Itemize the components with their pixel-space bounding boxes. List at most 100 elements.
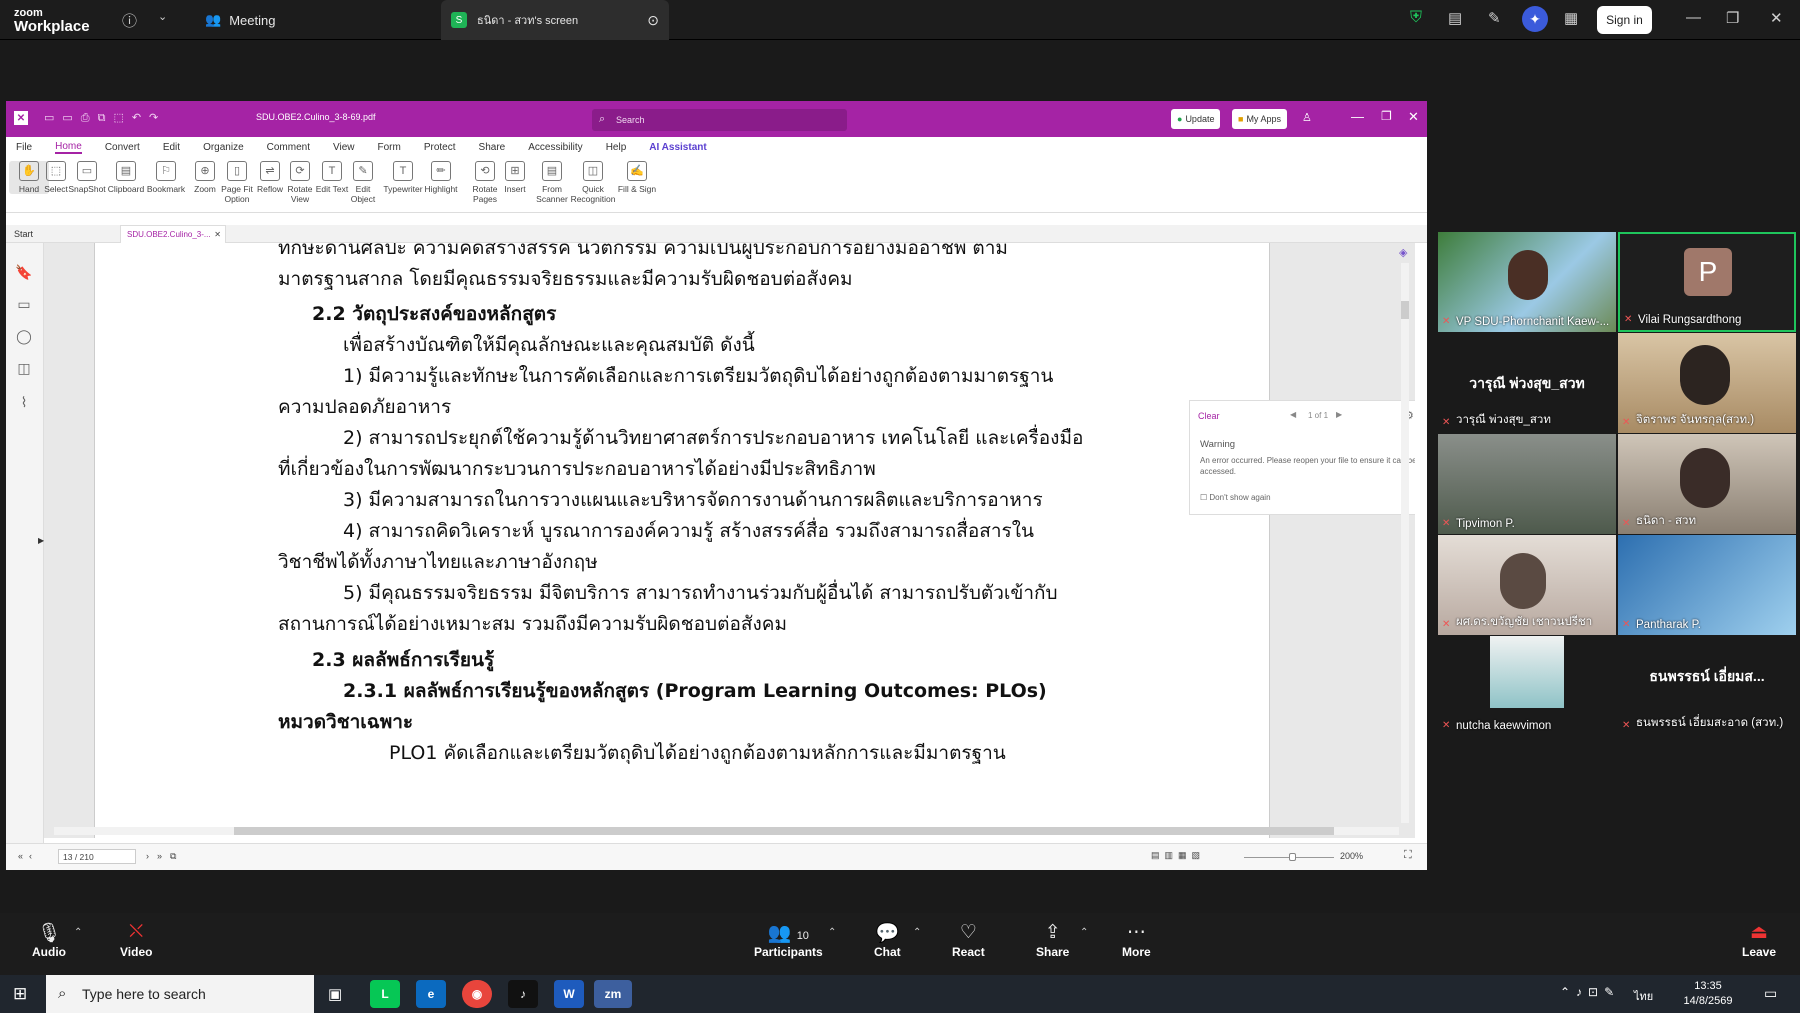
menu-view[interactable]: View [333, 142, 355, 153]
notes-icon[interactable]: ▤ [1448, 9, 1462, 27]
task-view-icon[interactable]: ▣ [328, 985, 342, 1003]
tab-document[interactable]: SDU.OBE2.Culino_3-... ✕ [120, 225, 226, 243]
notification-icon[interactable]: ▭ [1764, 985, 1777, 1002]
menu-protect[interactable]: Protect [424, 142, 456, 153]
minimize-icon[interactable]: — [1686, 9, 1701, 26]
pdf-minimize-icon[interactable]: — [1351, 109, 1364, 124]
participant-tile[interactable]: ✕ ผศ.ดร.ขวัญชัย เชาวนปรีชา [1438, 535, 1616, 635]
ribbon-quick-recognition-button[interactable]: ◫ Quick Recognition [571, 161, 615, 204]
next-icon[interactable]: ▶ [1336, 410, 1342, 419]
participant-tile[interactable]: ✕ จิตราพร จันทรกุล(สวท.) [1618, 333, 1796, 433]
ribbon-edit-object-button[interactable]: ✎ Edit Object [343, 161, 383, 204]
share-button[interactable]: ⇪ Share [1036, 921, 1069, 959]
participant-tile[interactable]: วารุณี พ่วงสุข_สวท ✕ วารุณี พ่วงสุข_สวท [1438, 333, 1616, 433]
restore-icon[interactable]: ❐ [1726, 9, 1739, 27]
menu-organize[interactable]: Organize [203, 142, 244, 153]
line-app-icon[interactable]: L [370, 980, 400, 1008]
audio-button[interactable]: 🎙 Audio [32, 921, 66, 959]
close-icon[interactable]: ✕ [1770, 9, 1783, 27]
participant-tile[interactable]: ✕ Tipvimon P. [1438, 434, 1616, 534]
zoom-level[interactable]: 200% [1340, 851, 1363, 861]
taskbar-search-input[interactable]: ⌕ Type here to search [46, 975, 314, 1013]
ribbon-snapshot-button[interactable]: ▭ SnapShot [67, 161, 107, 194]
horizontal-scrollbar[interactable] [54, 827, 1399, 835]
participant-tile-active-speaker[interactable]: P ✕ Vilai Rungsardthong [1618, 232, 1796, 332]
more-options-icon[interactable]: ⊙ [647, 12, 659, 29]
participants-options-icon[interactable]: ⌃ [828, 927, 836, 938]
ribbon-fill-sign-button[interactable]: ✍ Fill & Sign [617, 161, 657, 194]
pdf-close-icon[interactable]: ✕ [1408, 109, 1419, 125]
word-app-icon[interactable]: W [554, 980, 584, 1008]
prev-icon[interactable]: ◀ [1290, 410, 1296, 419]
clock[interactable]: 13:35 14/8/2569 [1668, 979, 1748, 1009]
ribbon-insert-button[interactable]: ⊞ Insert [495, 161, 535, 194]
view-mode-icons[interactable]: ▤▥▦▧ [1151, 850, 1205, 861]
dont-show-checkbox[interactable]: ☐ Don't show again [1200, 493, 1271, 502]
chrome-app-icon[interactable]: ◉ [462, 980, 492, 1008]
menu-file[interactable]: File [16, 142, 32, 153]
chat-button[interactable]: 💬 Chat [874, 921, 901, 959]
more-button[interactable]: ⋯ More [1122, 921, 1151, 959]
account-icon[interactable]: ♙ [1302, 111, 1312, 124]
vertical-scrollbar[interactable] [1401, 263, 1409, 823]
hscroll-thumb[interactable] [234, 827, 1334, 835]
tiktok-app-icon[interactable]: ♪ [508, 980, 538, 1008]
share-options-icon[interactable]: ⌃ [1080, 927, 1088, 938]
participant-tile[interactable]: ✕ nutcha kaewvimon [1438, 636, 1616, 736]
pdf-restore-icon[interactable]: ❐ [1381, 109, 1392, 123]
menu-form[interactable]: Form [378, 142, 401, 153]
ribbon-highlight-button[interactable]: ✏ Highlight [421, 161, 461, 194]
participant-tile[interactable]: ✕ VP SDU-Phornchanit Kaew-... [1438, 232, 1616, 332]
document-view[interactable]: ทักษะด้านศิลปะ ความคิดสร้างสรรค์ นวัตกรร… [44, 243, 1415, 838]
pages-panel-icon[interactable]: ▭ [15, 295, 33, 313]
menu-help[interactable]: Help [606, 142, 627, 153]
ribbon-bookmark-button[interactable]: ⚐ Bookmark [146, 161, 186, 194]
page-number-input[interactable]: 13 / 210 [58, 849, 136, 864]
quick-access-icons[interactable]: ▭▭⎙⧉⬚↶↷ [44, 111, 166, 125]
tab-close-icon[interactable]: ✕ [214, 230, 221, 239]
menu-accessibility[interactable]: Accessibility [528, 142, 582, 153]
ribbon-clipboard-button[interactable]: ▤ Clipboard [106, 161, 146, 194]
scroll-thumb[interactable] [1401, 301, 1409, 319]
participant-tile[interactable]: ✕ Pantharak P. [1618, 535, 1796, 635]
sign-in-button[interactable]: Sign in [1597, 6, 1652, 34]
clear-button[interactable]: Clear [1198, 411, 1220, 421]
first-prev-page-icons[interactable]: «‹ [18, 851, 38, 861]
edge-app-icon[interactable]: e [416, 980, 446, 1008]
whiteboard-icon[interactable]: ✎ [1488, 9, 1501, 27]
zoom-slider-thumb[interactable] [1289, 853, 1296, 861]
leave-button[interactable]: ⏏ Leave [1742, 921, 1776, 959]
ai-companion-icon[interactable]: ✦ [1522, 6, 1548, 32]
my-apps-button[interactable]: ■ My Apps [1232, 109, 1287, 129]
zoom-app-icon[interactable]: zm [594, 980, 632, 1008]
menu-ai-assistant[interactable]: AI Assistant [649, 142, 706, 153]
windows-start-icon[interactable]: ⊞ [13, 984, 27, 1004]
menu-edit[interactable]: Edit [163, 142, 180, 153]
menu-convert[interactable]: Convert [105, 142, 140, 153]
chat-options-icon[interactable]: ⌃ [913, 927, 921, 938]
tab-start[interactable]: Start [14, 229, 33, 239]
attachment-panel-icon[interactable]: ⌇ [15, 393, 33, 411]
next-last-page-icons[interactable]: ›»⧉ [146, 851, 184, 862]
audio-options-icon[interactable]: ⌃ [74, 927, 82, 938]
fullscreen-icon[interactable]: ⛶ [1404, 849, 1412, 862]
info-icon[interactable]: ⓘ [122, 10, 137, 31]
menu-share[interactable]: Share [479, 142, 506, 153]
menu-comment[interactable]: Comment [267, 142, 310, 153]
shield-icon[interactable]: ⛨ [1410, 9, 1422, 27]
react-button[interactable]: ♡ React [952, 921, 985, 959]
participant-tile[interactable]: ✕ ธนิดา - สวท [1618, 434, 1796, 534]
meeting-tab[interactable]: 👥 Meeting [205, 0, 275, 40]
ribbon-typewriter-button[interactable]: T Typewriter [383, 161, 423, 194]
video-button[interactable]: ⛌ Video [120, 921, 152, 959]
input-language[interactable]: ไทย [1634, 987, 1653, 1005]
participant-tile[interactable]: ธนพรรธน์ เอี่ยมส... ✕ ธนพรรธน์ เอี่ยมสะอ… [1618, 636, 1796, 736]
apps-grid-icon[interactable]: ▦ [1564, 9, 1578, 27]
chevron-down-icon[interactable]: ⌄ [158, 10, 167, 23]
ribbon-from-scanner-button[interactable]: ▤ From Scanner [532, 161, 572, 204]
pdf-search-input[interactable]: ⌕ Search [592, 109, 847, 131]
share-screen-tab[interactable]: S ธนิดา - สวท's screen ⊙ [441, 0, 669, 40]
layers-panel-icon[interactable]: ◫ [15, 359, 33, 377]
menu-home[interactable]: Home [55, 141, 82, 154]
bookmark-panel-icon[interactable]: 🔖 [15, 263, 33, 281]
